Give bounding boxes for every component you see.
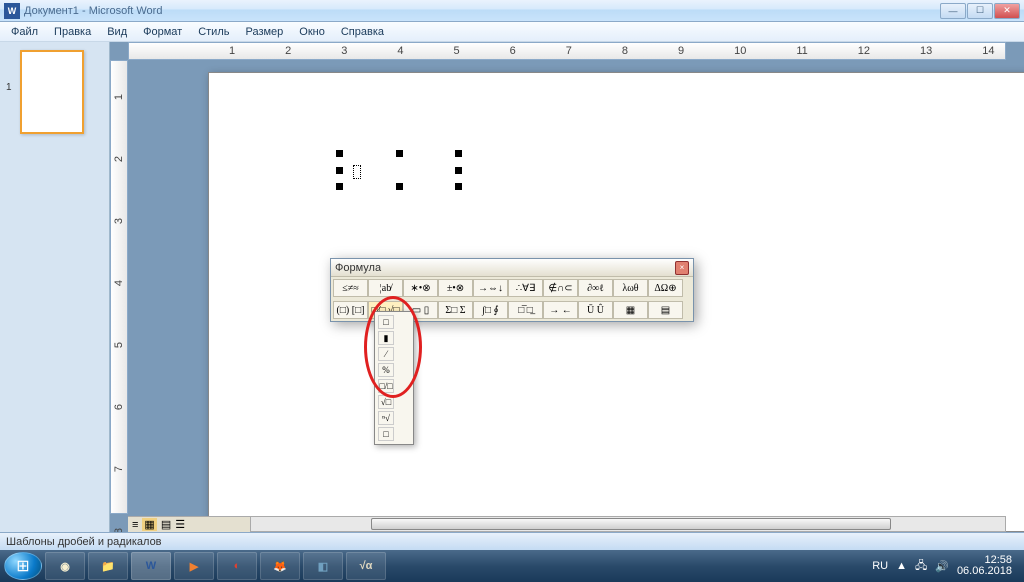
start-button[interactable]: ⊞ bbox=[4, 552, 42, 580]
eq-symbol-button-4[interactable]: →⇔↓ bbox=[473, 279, 508, 297]
thumbnail-page-number: 1 bbox=[6, 82, 12, 93]
equation-cursor bbox=[353, 165, 361, 179]
language-indicator[interactable]: RU bbox=[872, 560, 888, 572]
taskbar-item-word[interactable]: W bbox=[131, 552, 171, 580]
eq-template-button-0[interactable]: (□) [□] bbox=[333, 301, 368, 319]
maximize-button[interactable]: ☐ bbox=[967, 3, 993, 19]
tray-network-icon[interactable]: 🖧 bbox=[915, 557, 927, 576]
minimize-button[interactable]: — bbox=[940, 3, 966, 19]
window-title: Документ1 - Microsoft Word bbox=[24, 5, 940, 17]
taskbar: ⊞ ◉📁W▶◐🦊◧√α RU ▲ 🖧 🔊 12:58 06.06.2018 bbox=[0, 550, 1024, 582]
status-text: Шаблоны дробей и радикалов bbox=[6, 536, 162, 548]
taskbar-item-app1[interactable]: ◧ bbox=[303, 552, 343, 580]
fraction-option-2[interactable]: ⁄ bbox=[378, 347, 394, 361]
menu-window[interactable]: Окно bbox=[292, 24, 332, 40]
close-button[interactable]: ✕ bbox=[994, 3, 1020, 19]
clock[interactable]: 12:58 06.06.2018 bbox=[957, 555, 1012, 577]
taskbar-item-explorer[interactable]: 📁 bbox=[88, 552, 128, 580]
eq-template-button-7[interactable]: Ū Û bbox=[578, 301, 613, 319]
menu-format[interactable]: Формат bbox=[136, 24, 189, 40]
eq-template-button-4[interactable]: ∫□ ∮ bbox=[473, 301, 508, 319]
eq-template-button-3[interactable]: Σ□ Σ bbox=[438, 301, 473, 319]
thumbnail-panel: 1 bbox=[0, 42, 110, 532]
fraction-option-7[interactable]: □ bbox=[378, 427, 394, 441]
eq-template-button-6[interactable]: → ← bbox=[543, 301, 578, 319]
vertical-ruler[interactable]: 12345678 bbox=[110, 60, 128, 514]
equation-toolbar-titlebar[interactable]: Формула × bbox=[331, 259, 693, 277]
equation-object[interactable] bbox=[339, 153, 459, 187]
fraction-option-0[interactable]: □ bbox=[378, 315, 394, 329]
tray-flag-icon[interactable]: ▲ bbox=[896, 560, 907, 572]
taskbar-item-mediaplayer[interactable]: ▶ bbox=[174, 552, 214, 580]
fraction-option-3[interactable]: % bbox=[378, 363, 394, 377]
fraction-option-1[interactable]: ▮ bbox=[378, 331, 394, 345]
equation-toolbar-close-button[interactable]: × bbox=[675, 261, 689, 275]
title-bar: W Документ1 - Microsoft Word — ☐ ✕ bbox=[0, 0, 1024, 22]
taskbar-item-app2[interactable]: √α bbox=[346, 552, 386, 580]
tray-volume-icon[interactable]: 🔊 bbox=[935, 560, 949, 573]
fraction-option-6[interactable]: ⁿ√ bbox=[378, 411, 394, 425]
status-bar: Шаблоны дробей и радикалов bbox=[0, 532, 1024, 550]
eq-template-button-5[interactable]: □̅ □̲ bbox=[508, 301, 543, 319]
horizontal-ruler[interactable]: 123456789101112131415 bbox=[128, 42, 1006, 60]
eq-symbol-button-9[interactable]: ΔΩ⊕ bbox=[648, 279, 683, 297]
eq-symbol-button-5[interactable]: ∴∀∃ bbox=[508, 279, 543, 297]
fraction-option-5[interactable]: √□ bbox=[378, 395, 394, 409]
eq-template-button-9[interactable]: ▤ bbox=[648, 301, 683, 319]
menu-view[interactable]: Вид bbox=[100, 24, 134, 40]
taskbar-item-firefox[interactable]: 🦊 bbox=[260, 552, 300, 580]
eq-symbol-button-0[interactable]: ≤≠≈ bbox=[333, 279, 368, 297]
eq-symbol-button-7[interactable]: ∂∞ℓ bbox=[578, 279, 613, 297]
eq-symbol-button-2[interactable]: ∗•⊗ bbox=[403, 279, 438, 297]
menu-size[interactable]: Размер bbox=[238, 24, 290, 40]
taskbar-item-chrome[interactable]: ◐ bbox=[217, 552, 257, 580]
eq-symbol-button-6[interactable]: ∉∩⊂ bbox=[543, 279, 578, 297]
windows-logo-icon: ⊞ bbox=[16, 556, 29, 576]
eq-symbol-button-1[interactable]: ¦ab̸ bbox=[368, 279, 403, 297]
eq-symbol-button-3[interactable]: ±•⊗ bbox=[438, 279, 473, 297]
horizontal-scrollbar[interactable] bbox=[250, 516, 1006, 532]
eq-template-button-8[interactable]: ▦ bbox=[613, 301, 648, 319]
eq-symbol-button-8[interactable]: λωθ bbox=[613, 279, 648, 297]
menu-edit[interactable]: Правка bbox=[47, 24, 98, 40]
equation-toolbar-title: Формула bbox=[335, 262, 675, 274]
system-tray[interactable]: RU ▲ 🖧 🔊 12:58 06.06.2018 bbox=[872, 555, 1020, 577]
menu-style[interactable]: Стиль bbox=[191, 24, 236, 40]
page-thumbnail[interactable]: 1 bbox=[20, 50, 84, 134]
menu-bar: Файл Правка Вид Формат Стиль Размер Окно… bbox=[0, 22, 1024, 42]
app-icon: W bbox=[4, 3, 20, 19]
menu-file[interactable]: Файл bbox=[4, 24, 45, 40]
menu-help[interactable]: Справка bbox=[334, 24, 391, 40]
taskbar-item-yandex[interactable]: ◉ bbox=[45, 552, 85, 580]
fraction-option-4[interactable]: □/□ bbox=[378, 379, 394, 393]
fraction-radical-dropdown[interactable]: □ ▮ ⁄% □/□ √□ ⁿ√ □ bbox=[374, 311, 414, 445]
